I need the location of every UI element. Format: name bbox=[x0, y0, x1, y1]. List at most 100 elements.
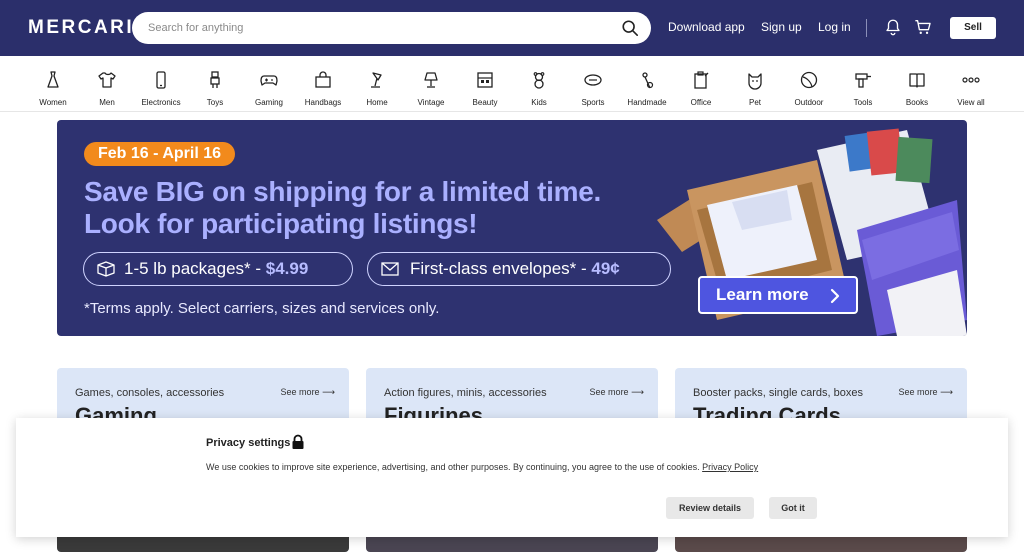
top-header: MERCARI Download app Sign up Log in Sell bbox=[0, 0, 1024, 56]
category-label: Men bbox=[99, 98, 115, 107]
category-home[interactable]: Home bbox=[347, 70, 407, 107]
category-label: Books bbox=[905, 98, 929, 107]
category-label: Kids bbox=[531, 98, 547, 107]
robot-icon bbox=[210, 71, 220, 88]
bell-icon[interactable] bbox=[884, 18, 902, 36]
category-view-all[interactable]: View all bbox=[941, 70, 1001, 107]
review-details-button[interactable]: Review details bbox=[666, 497, 754, 519]
packages-offer-pill: 1-5 lb packages* - $4.99 bbox=[83, 252, 353, 286]
category-men[interactable]: Men bbox=[77, 70, 137, 107]
see-more-label: See more bbox=[898, 387, 938, 397]
category-handbags[interactable]: Handbags bbox=[293, 70, 353, 107]
privacy-title: Privacy settings bbox=[206, 437, 291, 449]
search-input[interactable] bbox=[148, 12, 608, 44]
tshirt-icon bbox=[98, 72, 116, 88]
category-outdoor[interactable]: Outdoor bbox=[779, 70, 839, 107]
category-handmade[interactable]: Handmade bbox=[617, 70, 677, 107]
category-label: Sports bbox=[581, 98, 605, 107]
promo-headline-line-2: Look for participating listings! bbox=[84, 208, 478, 239]
phone-icon bbox=[156, 71, 166, 89]
see-more-label: See more bbox=[280, 387, 320, 397]
log-in-link[interactable]: Log in bbox=[818, 20, 851, 34]
package-icon bbox=[97, 261, 115, 277]
packages-offer-price: $4.99 bbox=[265, 259, 309, 278]
teddy-icon bbox=[533, 72, 545, 89]
shipping-promo-banner[interactable]: Feb 16 - April 16 Save BIG on shipping f… bbox=[57, 120, 967, 336]
clipboard-icon bbox=[694, 71, 709, 89]
handbag-icon bbox=[315, 71, 331, 88]
download-app-link[interactable]: Download app bbox=[668, 20, 745, 34]
see-more-link[interactable]: See more ⟶ bbox=[899, 387, 953, 398]
category-nav: Women Men Electronics Toys Gaming Handbags Hom… bbox=[0, 56, 1024, 112]
cat-icon bbox=[748, 73, 762, 90]
search-bar[interactable] bbox=[132, 12, 651, 44]
category-label: Vintage bbox=[417, 98, 445, 107]
category-label: View all bbox=[957, 98, 985, 107]
category-beauty[interactable]: Beauty bbox=[455, 70, 515, 107]
sign-up-link[interactable]: Sign up bbox=[761, 20, 802, 34]
learn-more-button[interactable]: Learn more bbox=[698, 276, 858, 314]
privacy-message: We use cookies to improve site experienc… bbox=[206, 462, 758, 472]
category-women[interactable]: Women bbox=[23, 70, 83, 107]
envelope-icon bbox=[381, 262, 399, 276]
category-label: Handbags bbox=[304, 98, 342, 107]
more-icon bbox=[962, 77, 980, 83]
category-electronics[interactable]: Electronics bbox=[131, 70, 191, 107]
category-label: Tools bbox=[853, 98, 873, 107]
see-more-label: See more bbox=[589, 387, 629, 397]
palette-icon bbox=[477, 72, 493, 88]
category-toys[interactable]: Toys bbox=[185, 70, 245, 107]
category-label: Toys bbox=[206, 98, 224, 107]
arrow-right-icon: ⟶ bbox=[631, 387, 644, 397]
ball-icon bbox=[800, 71, 818, 89]
chevron-right-icon bbox=[830, 288, 840, 304]
header-divider bbox=[866, 19, 867, 37]
category-label: Women bbox=[39, 98, 67, 107]
gamepad-icon bbox=[260, 75, 278, 86]
category-label: Office bbox=[690, 98, 712, 107]
lamp-icon bbox=[371, 72, 382, 88]
got-it-button[interactable]: Got it bbox=[769, 497, 817, 519]
arrow-right-icon: ⟶ bbox=[322, 387, 335, 397]
envelopes-offer-pill: First-class envelopes* - 49¢ bbox=[367, 252, 671, 286]
book-icon bbox=[909, 73, 925, 88]
category-label: Beauty bbox=[472, 98, 498, 107]
category-label: Electronics bbox=[141, 98, 181, 107]
lock-icon bbox=[292, 434, 304, 449]
category-kids[interactable]: Kids bbox=[509, 70, 569, 107]
category-pet[interactable]: Pet bbox=[725, 70, 785, 107]
sell-button[interactable]: Sell bbox=[950, 17, 996, 39]
category-label: Handmade bbox=[627, 98, 667, 107]
see-more-link[interactable]: See more ⟶ bbox=[590, 387, 644, 398]
category-label: Home bbox=[366, 98, 388, 107]
privacy-settings-dialog: Privacy settings We use cookies to impro… bbox=[16, 418, 1008, 537]
drill-icon bbox=[855, 73, 871, 88]
envelopes-offer-price: 49¢ bbox=[591, 259, 620, 278]
category-office[interactable]: Office bbox=[671, 70, 731, 107]
vintage-lamp-icon bbox=[424, 72, 438, 88]
promo-terms: *Terms apply. Select carriers, sizes and… bbox=[84, 300, 440, 317]
category-label: Pet bbox=[748, 98, 761, 107]
category-tools[interactable]: Tools bbox=[833, 70, 893, 107]
learn-more-label: Learn more bbox=[716, 285, 809, 304]
envelopes-offer-text: First-class envelopes* - bbox=[410, 259, 592, 278]
category-books[interactable]: Books bbox=[887, 70, 947, 107]
see-more-link[interactable]: See more ⟶ bbox=[281, 387, 335, 398]
category-label: Gaming bbox=[254, 98, 283, 107]
privacy-message-text: We use cookies to improve site experienc… bbox=[206, 462, 700, 472]
category-label: Outdoor bbox=[794, 98, 824, 107]
cart-icon[interactable] bbox=[914, 18, 932, 36]
mercari-logo[interactable]: MERCARI bbox=[28, 17, 134, 39]
card-subtitle: Booster packs, single cards, boxes bbox=[693, 387, 863, 399]
category-sports[interactable]: Sports bbox=[563, 70, 623, 107]
category-vintage[interactable]: Vintage bbox=[401, 70, 461, 107]
promo-date-badge: Feb 16 - April 16 bbox=[84, 142, 235, 166]
promo-headline-line-1: Save BIG on shipping for a limited time. bbox=[84, 176, 601, 207]
promo-headline: Save BIG on shipping for a limited time.… bbox=[84, 176, 601, 240]
category-gaming[interactable]: Gaming bbox=[239, 70, 299, 107]
dress-icon bbox=[47, 71, 59, 88]
football-icon bbox=[584, 74, 602, 86]
privacy-policy-link[interactable]: Privacy Policy bbox=[702, 462, 758, 472]
search-icon[interactable] bbox=[621, 19, 639, 37]
card-subtitle: Games, consoles, accessories bbox=[75, 387, 225, 399]
